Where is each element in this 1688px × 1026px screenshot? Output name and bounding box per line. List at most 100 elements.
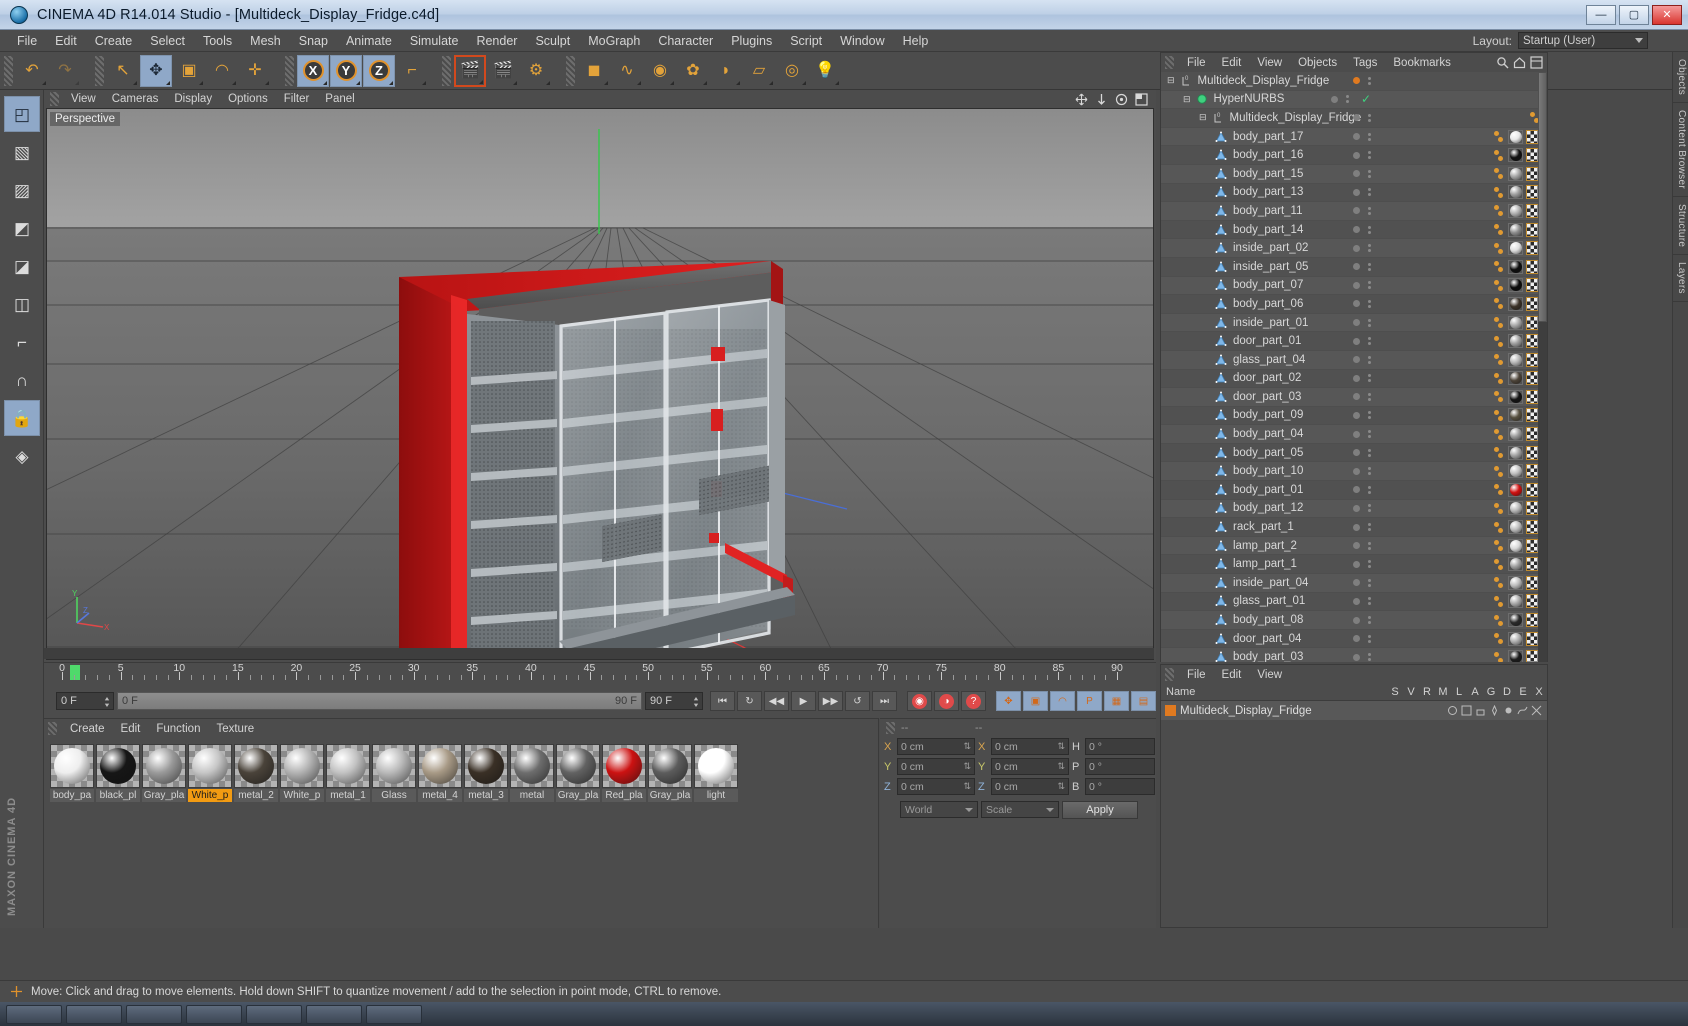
plus-tool-icon[interactable]: ✛ — [239, 54, 271, 87]
position-field-y[interactable]: 0 cm ⇅ — [897, 758, 975, 775]
generator-icon[interactable] — [1503, 705, 1514, 716]
time-scrubber[interactable]: 0 F 90 F — [117, 692, 642, 710]
viewport-menu-view[interactable]: View — [63, 93, 104, 105]
tag-dots-icon[interactable] — [1494, 372, 1503, 384]
editor-visibility-dot[interactable] — [1353, 319, 1360, 327]
material-label[interactable]: White_p — [188, 789, 232, 802]
viewport-horizontal-scrollbar[interactable] — [44, 648, 1154, 659]
visible-icon[interactable] — [1447, 705, 1458, 716]
render-visibility-dots[interactable] — [1368, 188, 1371, 197]
object-row[interactable]: lamp_part_1 — [1161, 555, 1547, 575]
tag-dots-icon[interactable] — [1494, 465, 1503, 477]
layout-icon[interactable] — [1530, 56, 1543, 69]
taskbar-item[interactable] — [6, 1004, 62, 1024]
spinner-icon[interactable] — [693, 696, 699, 708]
render-visibility-dots[interactable] — [1368, 318, 1371, 327]
object-row[interactable]: ⊟ 0 Multideck_Display_Fridge — [1161, 72, 1547, 91]
spinner-icon[interactable]: ⇅ — [1057, 781, 1065, 792]
tag-dots-icon[interactable] — [1494, 317, 1503, 329]
object-menu-objects[interactable]: Objects — [1290, 57, 1345, 69]
object-menu-view[interactable]: View — [1249, 57, 1290, 69]
material-swatch[interactable] — [418, 744, 462, 788]
render-visibility-dots[interactable] — [1368, 578, 1371, 587]
object-menu-bookmarks[interactable]: Bookmarks — [1385, 57, 1459, 69]
tag-dots-icon[interactable] — [1494, 186, 1503, 198]
spinner-icon[interactable]: ⇅ — [1057, 761, 1065, 772]
object-row[interactable]: door_part_03 — [1161, 388, 1547, 407]
object-row[interactable]: lamp_part_2 — [1161, 536, 1547, 556]
menu-item-simulate[interactable]: Simulate — [401, 32, 468, 50]
world-object-axis-icon[interactable]: ⌐ — [396, 54, 428, 87]
material-label[interactable]: body_pa — [50, 789, 94, 802]
step-forward-button[interactable]: ▶▶ — [818, 691, 843, 711]
editor-visibility-dot[interactable] — [1353, 300, 1360, 308]
material-label[interactable]: metal_2 — [234, 789, 278, 802]
editor-visibility-dot[interactable] — [1353, 207, 1360, 215]
overflow-corner-icon[interactable] — [166, 80, 170, 85]
material-tag-icon[interactable] — [1508, 315, 1523, 330]
object-row[interactable]: glass_part_04 — [1161, 350, 1547, 370]
home-icon[interactable] — [1513, 56, 1526, 69]
animation-layout-button[interactable]: ▤ — [1131, 691, 1156, 711]
menu-item-mograph[interactable]: MoGraph — [579, 32, 649, 50]
editor-visibility-dot[interactable] — [1353, 244, 1360, 252]
material-label[interactable]: Gray_pla — [648, 789, 692, 802]
object-menu-edit[interactable]: Edit — [1214, 57, 1250, 69]
menu-item-mesh[interactable]: Mesh — [241, 32, 290, 50]
texture-mode-icon[interactable]: ▧ — [4, 134, 40, 170]
material-label[interactable]: Red_pla — [602, 789, 646, 802]
object-tree[interactable]: ⊟ 0 Multideck_Display_Fridge ⊟ HyperNURBS ✓ ⊟ 0… — [1161, 72, 1547, 662]
polygons-mode-icon[interactable]: ◪ — [4, 248, 40, 284]
material-swatch[interactable] — [280, 744, 324, 788]
editor-visibility-dot[interactable] — [1353, 170, 1360, 178]
object-row[interactable]: ⊟ 0 Multideck_Display_Fridge — [1161, 109, 1547, 128]
tag-dots-icon[interactable] — [1494, 242, 1503, 254]
editor-visibility-dot[interactable] — [1353, 114, 1360, 122]
overflow-corner-icon[interactable] — [232, 80, 236, 85]
object-row[interactable]: body_part_01 — [1161, 481, 1547, 500]
object-manager-scrollbar[interactable] — [1538, 72, 1547, 662]
taskbar-item[interactable] — [246, 1004, 302, 1024]
enable-snapping-icon[interactable]: ◈ — [4, 438, 40, 474]
editor-visibility-dot[interactable] — [1353, 77, 1360, 85]
object-row[interactable]: inside_part_02 — [1161, 239, 1547, 258]
layout-select[interactable]: Startup (User) — [1518, 32, 1648, 49]
rotation-key-button[interactable]: ◠ — [1050, 691, 1075, 711]
render-visibility-dots[interactable] — [1368, 132, 1371, 141]
material-swatch[interactable] — [464, 744, 508, 788]
material-swatch[interactable] — [602, 744, 646, 788]
lock-axis-icon[interactable]: 🔒 — [4, 400, 40, 436]
search-icon[interactable] — [1496, 56, 1509, 69]
object-row[interactable]: body_part_06 — [1161, 295, 1547, 314]
panel-grip[interactable] — [886, 721, 895, 734]
material-swatch[interactable] — [234, 744, 278, 788]
overflow-corner-icon[interactable] — [546, 80, 550, 85]
size-field-y[interactable]: 0 cm ⇅ — [991, 758, 1069, 775]
panel-grip[interactable] — [285, 55, 294, 86]
render-visibility-dots[interactable] — [1368, 616, 1371, 625]
material-tag-icon[interactable] — [1508, 203, 1523, 218]
object-row[interactable]: body_part_16 — [1161, 146, 1547, 165]
scrollbar-thumb[interactable] — [1538, 72, 1547, 322]
panel-grip[interactable] — [50, 92, 59, 106]
panel-grip[interactable] — [566, 55, 575, 86]
position-field-z[interactable]: 0 cm ⇅ — [897, 778, 975, 795]
taskbar-item[interactable] — [66, 1004, 122, 1024]
render-visibility-dots[interactable] — [1368, 355, 1371, 364]
size-field-z[interactable]: 0 cm ⇅ — [991, 778, 1069, 795]
editor-visibility-dot[interactable] — [1353, 467, 1360, 475]
material-tag-icon[interactable] — [1508, 427, 1523, 442]
undo-icon[interactable]: ↶ — [16, 54, 48, 87]
editor-visibility-dot[interactable] — [1353, 560, 1360, 568]
material-tag-icon[interactable] — [1508, 408, 1523, 423]
attribute-row[interactable]: Multideck_Display_Fridge — [1161, 701, 1547, 720]
lock-icon[interactable] — [1475, 705, 1486, 716]
overflow-corner-icon[interactable] — [769, 80, 773, 85]
points-mode-icon[interactable]: ▨ — [4, 172, 40, 208]
maximize-button[interactable]: ▢ — [1619, 4, 1649, 25]
tag-dots-icon[interactable] — [1494, 354, 1503, 366]
viewport-menu-display[interactable]: Display — [166, 93, 220, 105]
render-visibility-dots[interactable] — [1368, 430, 1371, 439]
tag-dots-icon[interactable] — [1494, 484, 1503, 496]
object-row[interactable]: door_part_04 — [1161, 629, 1547, 649]
